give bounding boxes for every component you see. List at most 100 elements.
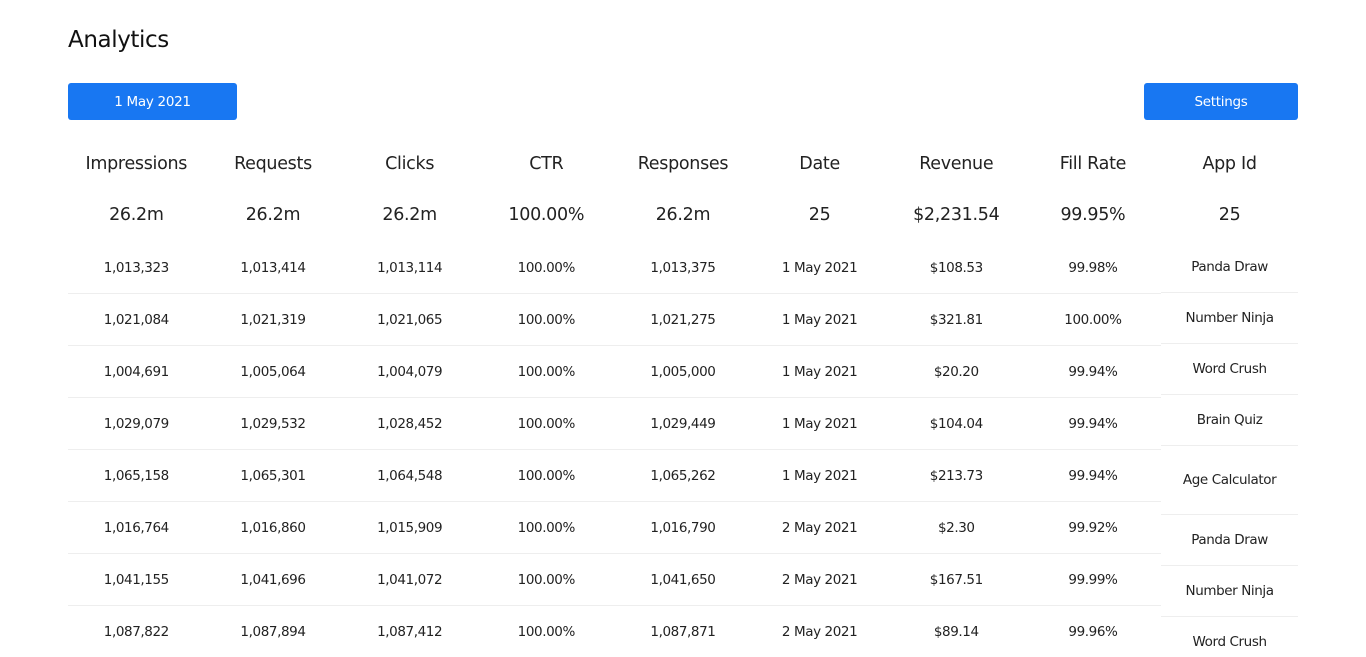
- table-cell: 1,015,909: [341, 502, 478, 554]
- table-cell: $104.04: [887, 398, 1025, 450]
- table-cell: 1,041,155: [68, 554, 205, 606]
- table-cell: 1,004,691: [68, 346, 205, 398]
- column-clicks: Clicks 26.2m 1,013,114 1,021,065 1,004,0…: [341, 140, 478, 657]
- column-responses: Responses 26.2m 1,013,375 1,021,275 1,00…: [614, 140, 752, 657]
- table-cell: 1 May 2021: [751, 450, 888, 502]
- table-cell: 1,021,084: [68, 294, 205, 346]
- table-cell: Word Crush: [1161, 617, 1298, 657]
- table-cell: Number Ninja: [1161, 566, 1298, 617]
- table-cell: 1,087,412: [341, 606, 478, 657]
- table-cell: 1,016,860: [204, 502, 342, 554]
- table-cell: 2 May 2021: [751, 606, 888, 657]
- table-cell: 99.99%: [1024, 554, 1162, 606]
- table-cell: 1,005,064: [204, 346, 342, 398]
- table-cell: 99.94%: [1024, 398, 1162, 450]
- table-cell: 1,065,301: [204, 450, 342, 502]
- table-cell: 1,041,650: [614, 554, 752, 606]
- table-cell: 1,029,532: [204, 398, 342, 450]
- table-cell: 99.94%: [1024, 450, 1162, 502]
- table-cell: 1,087,822: [68, 606, 205, 657]
- table-cell: 1,041,696: [204, 554, 342, 606]
- table-cell: 1,005,000: [614, 346, 752, 398]
- table-cell: 100.00%: [477, 450, 615, 502]
- column-total: 26.2m: [655, 205, 711, 225]
- table-cell: 1,041,072: [341, 554, 478, 606]
- table-cell: 100.00%: [477, 294, 615, 346]
- table-cell: 1 May 2021: [751, 242, 888, 294]
- column-header[interactable]: CTR: [478, 140, 615, 188]
- table-cell: 1,021,319: [204, 294, 342, 346]
- table-cell: 1,013,375: [614, 242, 752, 294]
- table-cell: 1,065,158: [68, 450, 205, 502]
- column-ctr: CTR 100.00% 100.00% 100.00% 100.00% 100.…: [477, 140, 615, 657]
- table-cell: $108.53: [887, 242, 1025, 294]
- table-cell: 1,013,323: [68, 242, 205, 294]
- column-date: Date 25 1 May 2021 1 May 2021 1 May 2021…: [751, 140, 888, 657]
- table-cell: 2 May 2021: [751, 502, 888, 554]
- table-cell: Word Crush: [1161, 344, 1298, 395]
- table-cell: Brain Quiz: [1161, 395, 1298, 446]
- column-total: $2,231.54: [913, 205, 1000, 225]
- column-impressions: Impressions 26.2m 1,013,323 1,021,084 1,…: [68, 140, 205, 657]
- table-cell: 1,064,548: [341, 450, 478, 502]
- table-cell: 1,004,079: [341, 346, 478, 398]
- column-total: 25: [1218, 205, 1241, 225]
- page-title: Analytics: [68, 27, 169, 53]
- column-header[interactable]: App Id: [1161, 140, 1298, 188]
- column-total: 100.00%: [508, 205, 585, 225]
- table-cell: $2.30: [887, 502, 1025, 554]
- column-header[interactable]: Responses: [615, 140, 752, 188]
- table-cell: 100.00%: [477, 502, 615, 554]
- table-cell: Number Ninja: [1161, 293, 1298, 344]
- column-total: 25: [808, 205, 831, 225]
- table-cell: Panda Draw: [1161, 515, 1298, 566]
- column-fill-rate: Fill Rate 99.95% 99.98% 100.00% 99.94% 9…: [1024, 140, 1162, 657]
- table-cell: 1,016,790: [614, 502, 752, 554]
- table-cell: 99.96%: [1025, 606, 1162, 657]
- date-picker-button[interactable]: 1 May 2021: [68, 83, 237, 120]
- table-cell: 1 May 2021: [751, 294, 888, 346]
- column-total: 26.2m: [382, 205, 437, 225]
- column-header[interactable]: Requests: [205, 140, 342, 188]
- table-cell: 1,028,452: [341, 398, 478, 450]
- table-cell: 99.98%: [1024, 242, 1162, 294]
- table-cell: 1,016,764: [68, 502, 205, 554]
- table-cell: Age Calculator: [1161, 446, 1298, 515]
- table-cell: 1,013,414: [204, 242, 342, 294]
- table-cell: 100.00%: [477, 554, 615, 606]
- column-header[interactable]: Revenue: [888, 140, 1025, 188]
- table-cell: 1,021,275: [614, 294, 752, 346]
- table-cell: 100.00%: [477, 398, 615, 450]
- table-cell: 1,013,114: [341, 242, 478, 294]
- table-cell: $20.20: [887, 346, 1025, 398]
- table-cell: $167.51: [887, 554, 1025, 606]
- table-cell: 99.92%: [1024, 502, 1162, 554]
- settings-button[interactable]: Settings: [1144, 83, 1298, 120]
- table-cell: 100.00%: [477, 242, 615, 294]
- table-cell: 1,087,871: [615, 606, 752, 657]
- table-cell: 99.94%: [1024, 346, 1162, 398]
- table-cell: 1,087,894: [205, 606, 342, 657]
- column-total: 99.95%: [1060, 205, 1126, 225]
- table-cell: 1,029,079: [68, 398, 205, 450]
- table-cell: 1 May 2021: [751, 346, 888, 398]
- column-header[interactable]: Clicks: [341, 140, 478, 188]
- column-header[interactable]: Date: [751, 140, 888, 188]
- table-cell: 1,021,065: [341, 294, 478, 346]
- table-cell: Panda Draw: [1161, 242, 1298, 293]
- analytics-page: Analytics 1 May 2021 Settings Impression…: [0, 0, 1366, 657]
- table-columns: Impressions 26.2m 1,013,323 1,021,084 1,…: [68, 140, 1298, 657]
- column-requests: Requests 26.2m 1,013,414 1,021,319 1,005…: [204, 140, 342, 657]
- table-cell: 2 May 2021: [751, 554, 888, 606]
- column-total: 26.2m: [245, 205, 301, 225]
- column-header[interactable]: Fill Rate: [1025, 140, 1162, 188]
- column-header[interactable]: Impressions: [68, 140, 205, 188]
- table-cell: 100.00%: [478, 606, 615, 657]
- analytics-table: Impressions 26.2m 1,013,323 1,021,084 1,…: [68, 140, 1298, 657]
- table-cell: 1 May 2021: [751, 398, 888, 450]
- table-cell: 100.00%: [477, 346, 615, 398]
- column-revenue: Revenue $2,231.54 $108.53 $321.81 $20.20…: [887, 140, 1025, 657]
- table-cell: 100.00%: [1024, 294, 1162, 346]
- table-cell: $89.14: [888, 606, 1025, 657]
- column-total: 26.2m: [109, 205, 164, 225]
